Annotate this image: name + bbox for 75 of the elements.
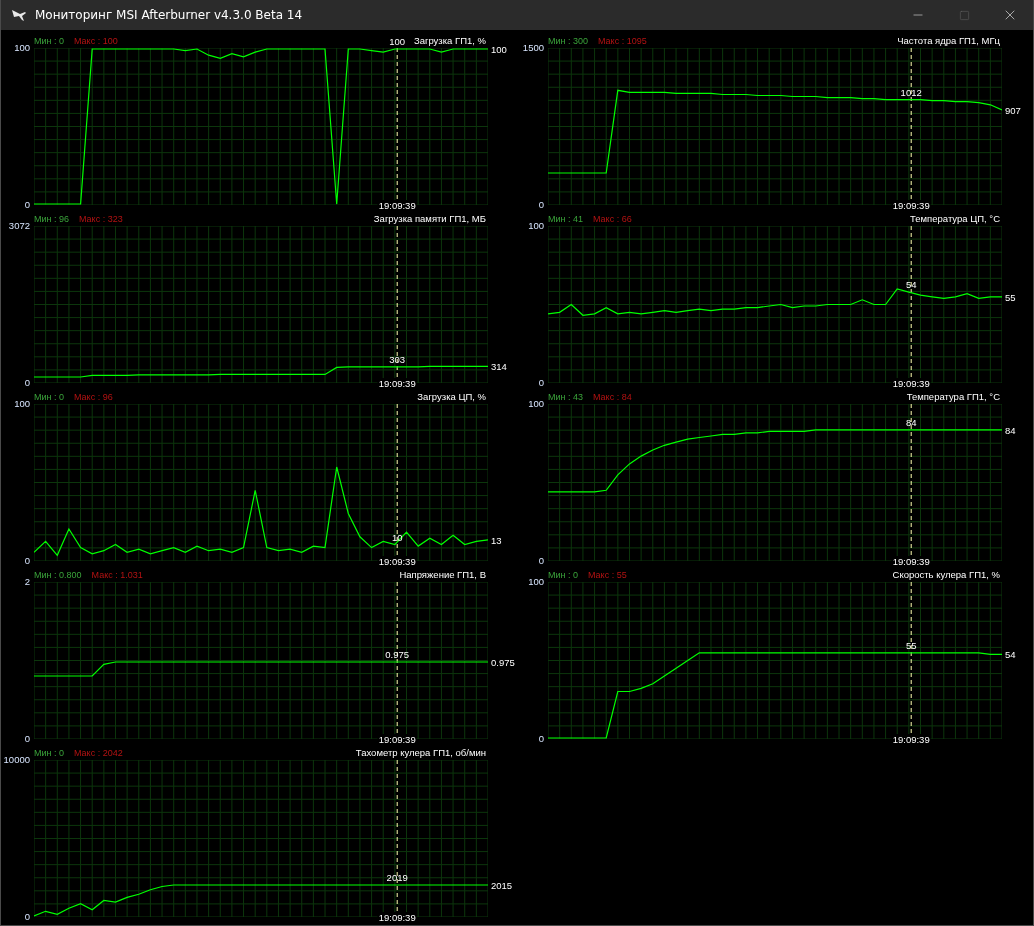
- graph-title: Температура ЦП, °C: [910, 213, 1000, 224]
- maximize-icon: [958, 9, 970, 21]
- cursor-value: 2019: [385, 871, 409, 883]
- axis-label: 100: [14, 398, 30, 410]
- cursor-value: 100: [388, 35, 407, 47]
- time-label: 19:09:39: [377, 912, 417, 924]
- graph-title: Скорость кулера ГП1, %: [892, 569, 1000, 580]
- plane-icon: [11, 8, 27, 22]
- graph-title: Загрузка памяти ГП1, МБ: [373, 213, 486, 224]
- axis-label: 0: [538, 199, 544, 211]
- current-value: 2015: [491, 879, 513, 891]
- graph-title: Загрузка ГП1, %: [413, 35, 486, 46]
- min-value: Мин : 0: [34, 36, 64, 46]
- time-label: 19:09:39: [891, 378, 931, 390]
- graph-title: Загрузка ЦП, %: [417, 391, 486, 402]
- window-title: Мониторинг MSI Afterburner v4.3.0 Beta 14: [35, 8, 304, 22]
- time-label: 19:09:39: [891, 734, 931, 746]
- max-value: Макс : 55: [588, 570, 627, 580]
- axis-label: 0: [24, 377, 30, 389]
- time-label: 19:09:39: [377, 200, 417, 212]
- axis-label: 100: [528, 220, 544, 232]
- cursor-value: 1012: [899, 86, 923, 98]
- graph-title: Частота ядра ГП1, МГц: [897, 35, 1000, 46]
- current-value: 0.975: [491, 656, 515, 668]
- min-value: Мин : 0.800: [34, 570, 82, 580]
- graph-title: Напряжение ГП1, В: [399, 569, 486, 580]
- time-label: 19:09:39: [377, 378, 417, 390]
- max-value: Макс : 2042: [74, 748, 123, 758]
- axis-label: 100: [528, 576, 544, 588]
- max-value: Макс : 84: [593, 392, 632, 402]
- min-value: Мин : 41: [548, 214, 583, 224]
- time-label: 19:09:39: [377, 556, 417, 568]
- min-value: Мин : 43: [548, 392, 583, 402]
- axis-label: 0: [24, 555, 30, 567]
- min-value: Мин : 300: [548, 36, 588, 46]
- axis-label: 100: [14, 42, 30, 54]
- max-value: Макс : 66: [593, 214, 632, 224]
- cursor-value: 55: [904, 639, 918, 651]
- axis-label: 0: [538, 377, 544, 389]
- min-value: Мин : 0: [548, 570, 578, 580]
- cursor-value: 303: [388, 353, 407, 365]
- max-value: Макс : 100: [74, 36, 118, 46]
- axis-label: 0: [24, 199, 30, 211]
- graph-title: Тахометр кулера ГП1, об/мин: [355, 747, 486, 758]
- current-value: 54: [1005, 648, 1016, 660]
- axis-label: 3072: [8, 220, 30, 232]
- graph-title: Температура ГП1, °C: [906, 391, 1000, 402]
- axis-label: 0: [24, 733, 30, 745]
- current-value: 314: [491, 360, 507, 372]
- max-value: Макс : 323: [79, 214, 123, 224]
- current-value: 55: [1005, 291, 1016, 303]
- time-label: 19:09:39: [891, 200, 931, 212]
- max-value: Макс : 96: [74, 392, 113, 402]
- axis-label: 0: [24, 911, 30, 923]
- current-value: 13: [491, 534, 502, 546]
- max-value: Макс : 1095: [598, 36, 647, 46]
- axis-label: 2: [24, 576, 30, 588]
- cursor-value: 84: [904, 416, 918, 428]
- max-value: Макс : 1.031: [91, 570, 143, 580]
- axis-label: 0: [538, 733, 544, 745]
- current-value: 84: [1005, 424, 1016, 436]
- min-value: Мин : 0: [34, 392, 64, 402]
- axis-label: 0: [538, 555, 544, 567]
- axis-label: 100: [528, 398, 544, 410]
- cursor-value: 54: [904, 278, 918, 290]
- min-value: Мин : 0: [34, 748, 64, 758]
- current-value: 907: [1005, 104, 1021, 116]
- axis-label: 10000: [3, 754, 30, 766]
- current-value: 100: [491, 43, 507, 55]
- axis-label: 1500: [522, 42, 544, 54]
- time-label: 19:09:39: [891, 556, 931, 568]
- cursor-value: 10: [390, 531, 404, 543]
- cursor-value: 0.975: [384, 648, 411, 660]
- time-label: 19:09:39: [377, 734, 417, 746]
- min-value: Мин : 96: [34, 214, 69, 224]
